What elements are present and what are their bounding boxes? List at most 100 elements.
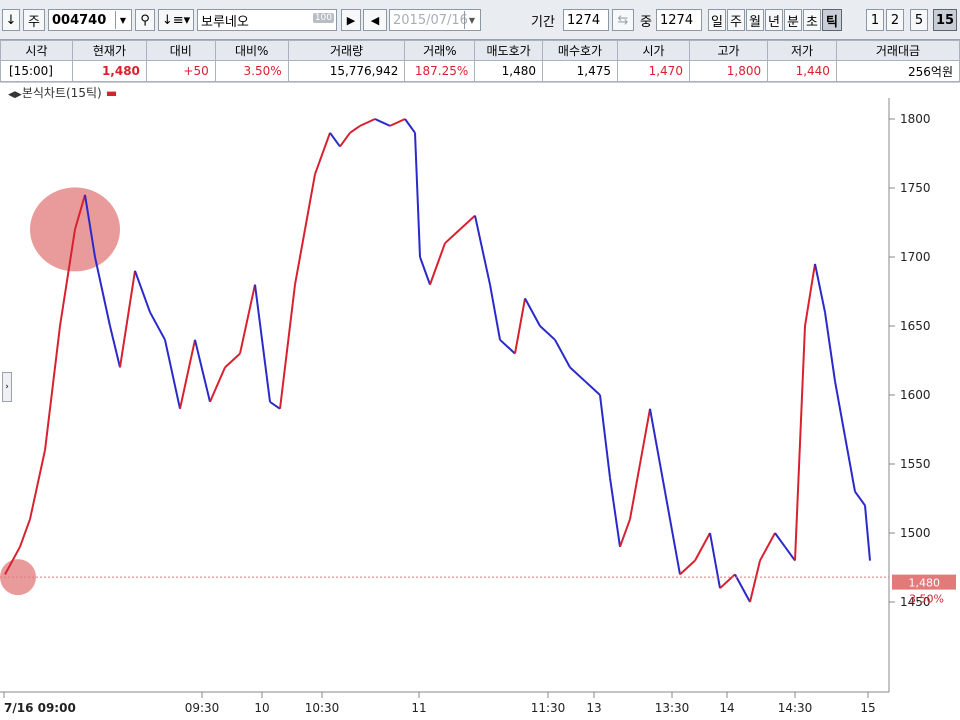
price-segment xyxy=(164,339,181,410)
price-segment xyxy=(489,284,501,340)
price-segment xyxy=(389,118,406,127)
price-segment xyxy=(664,491,681,575)
x-axis: 7/16 09:00 09:30 10 10:30 11 11:30 13 13:30 14 14… xyxy=(3,692,876,715)
interval-5[interactable]: 5 xyxy=(910,9,928,31)
price-segment xyxy=(514,298,526,354)
highlight-layer xyxy=(0,187,120,596)
date-dropdown-icon[interactable]: ▼ xyxy=(464,11,479,29)
market-button[interactable]: 주 xyxy=(23,9,45,31)
price-segment xyxy=(804,263,816,327)
mid-input[interactable]: 1274 xyxy=(656,9,702,31)
price-segment xyxy=(314,132,331,175)
sort-down-button[interactable]: ↓ xyxy=(2,9,20,31)
price-segment xyxy=(349,125,361,134)
value-bid: 1,475 xyxy=(541,60,619,82)
volume-badge: 100 xyxy=(312,13,334,23)
stock-name-field[interactable]: 보루네오 100 xyxy=(197,9,337,31)
header-low: 저가 xyxy=(767,40,837,61)
x-tick-label: 11:30 xyxy=(531,701,566,715)
toolbar: ↓ 주 004740 ▼ ⚲ ↓≡▾ 보루네오 100 ▶ ◀ 2015/07/… xyxy=(0,0,960,40)
period-day[interactable]: 일 xyxy=(708,9,726,31)
price-segment xyxy=(814,263,826,313)
price-segment xyxy=(499,339,516,355)
interval-1[interactable]: 1 xyxy=(866,9,884,31)
period-input[interactable]: 1274 xyxy=(563,9,609,31)
price-segment xyxy=(239,284,256,354)
y-tick-label: 1800 xyxy=(900,112,931,126)
period-month[interactable]: 월 xyxy=(746,9,764,31)
x-tick-label: 09:30 xyxy=(185,701,220,715)
price-segment xyxy=(179,339,196,410)
price-segment xyxy=(719,573,736,589)
prev-button[interactable]: ◀ xyxy=(363,9,387,31)
next-button[interactable]: ▶ xyxy=(341,9,361,31)
search-button[interactable]: ⚲ xyxy=(135,9,155,31)
price-series xyxy=(4,118,871,603)
interval-15[interactable]: 15 xyxy=(933,9,957,31)
back-icon: ◀ xyxy=(370,13,380,27)
price-segment xyxy=(279,284,296,409)
price-segment xyxy=(29,449,46,520)
code-dropdown-icon[interactable]: ▼ xyxy=(115,11,130,29)
price-segment xyxy=(414,132,421,258)
header-time: 시각 xyxy=(0,40,73,61)
price-segment xyxy=(294,229,306,285)
price-segment xyxy=(609,477,621,547)
stock-code-input[interactable]: 004740 ▼ xyxy=(48,9,132,31)
price-segment xyxy=(749,560,761,603)
mid-label: 중 xyxy=(640,15,652,30)
price-segment xyxy=(374,118,391,127)
price-segment xyxy=(304,174,316,230)
quote-value-row: [15:00] 1,480 +50 3.50% 15,776,942 187.2… xyxy=(0,60,960,82)
price-segment xyxy=(19,518,31,548)
price-segment xyxy=(679,559,696,576)
price-segment xyxy=(254,284,271,403)
price-segment xyxy=(404,118,416,134)
price-segment xyxy=(599,394,611,478)
x-tick-label: 14 xyxy=(719,701,734,715)
period-week[interactable]: 주 xyxy=(727,9,745,31)
interval-2[interactable]: 2 xyxy=(886,9,904,31)
price-segment xyxy=(759,532,776,562)
y-tick-label: 1500 xyxy=(900,526,931,540)
header-ask: 매도호가 xyxy=(474,40,543,61)
period-second[interactable]: 초 xyxy=(803,9,821,31)
period-year[interactable]: 년 xyxy=(765,9,783,31)
y-tick-label: 1550 xyxy=(900,457,931,471)
header-change-pct: 대비% xyxy=(214,40,289,61)
x-tick-label: 13:30 xyxy=(655,701,690,715)
price-segment xyxy=(269,401,281,410)
period-minute[interactable]: 분 xyxy=(784,9,802,31)
period-tick[interactable]: 틱 xyxy=(822,9,842,31)
price-segment xyxy=(834,381,846,437)
link-button[interactable]: ⇆ xyxy=(612,9,634,31)
price-segment xyxy=(94,256,111,327)
price-tag-label: 1,480 xyxy=(909,577,941,590)
price-segment xyxy=(619,518,631,548)
value-high: 1,800 xyxy=(688,60,769,82)
price-segment xyxy=(44,325,61,451)
x-tick-label: 10 xyxy=(254,701,269,715)
price-segment xyxy=(119,270,136,368)
date-input[interactable]: 2015/07/16 ▼ xyxy=(389,9,481,31)
link-icon: ⇆ xyxy=(617,12,629,28)
price-segment xyxy=(209,367,226,403)
value-change-pct: 3.50% xyxy=(214,60,289,82)
period-label: 기간 xyxy=(531,15,555,30)
x-tick-label: 14:30 xyxy=(778,701,813,715)
header-volume: 거래량 xyxy=(287,40,406,61)
price-segment xyxy=(554,339,571,368)
header-change: 대비 xyxy=(145,40,216,61)
header-bid: 매수호가 xyxy=(541,40,619,61)
value-turnover: 256억원 xyxy=(835,60,960,82)
price-chart: 18001750170016501600155015001450 7/16 09… xyxy=(0,98,956,715)
value-low: 1,440 xyxy=(767,60,837,82)
price-segment xyxy=(569,366,586,382)
header-high: 고가 xyxy=(688,40,769,61)
value-open: 1,470 xyxy=(617,60,690,82)
header-turnover: 거래대금 xyxy=(835,40,960,61)
price-segment xyxy=(419,256,431,285)
price-segment xyxy=(149,311,166,341)
sort-menu-button[interactable]: ↓≡▾ xyxy=(158,9,194,31)
price-segment xyxy=(774,532,786,548)
